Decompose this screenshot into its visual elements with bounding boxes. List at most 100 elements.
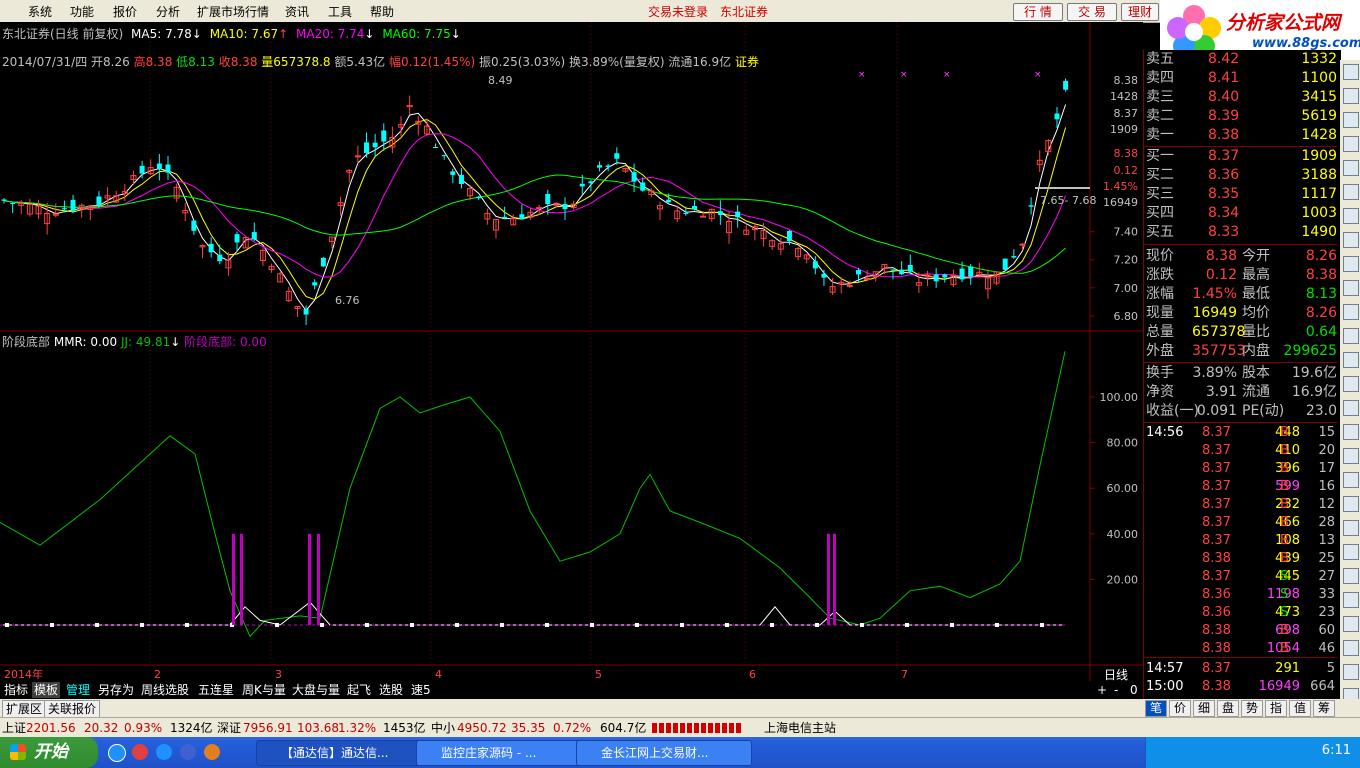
finance-button[interactable]: 理财 xyxy=(1121,3,1159,21)
tick-row[interactable]: 8.37 410 B 20 xyxy=(1144,442,1337,460)
template-tab[interactable]: 速5 xyxy=(409,682,433,698)
toolbar-icon[interactable] xyxy=(1343,520,1359,536)
ext-tab[interactable]: 关联报价 xyxy=(44,700,101,718)
quote-button[interactable]: 行 情 xyxy=(1013,3,1063,21)
template-tab[interactable]: 周K与量 xyxy=(240,682,288,698)
toolbar-icon[interactable] xyxy=(1343,136,1359,152)
tick-row[interactable]: 15:00 8.38 16949 664 xyxy=(1144,678,1337,696)
detail-tab[interactable]: 值 xyxy=(1289,700,1311,717)
tick-row[interactable]: 8.37 599 B 16 xyxy=(1144,478,1337,496)
menu-tools[interactable]: 工具 xyxy=(328,3,352,20)
template-tab[interactable]: 五连星 xyxy=(196,682,236,698)
toolbar-icon[interactable] xyxy=(1343,208,1359,224)
order-row[interactable]: 卖五 8.42 1332 xyxy=(1144,50,1337,69)
order-label: 卖二 xyxy=(1146,108,1174,124)
toolbar-icon[interactable] xyxy=(1343,400,1359,416)
zoom-control[interactable]: 0 xyxy=(1128,682,1140,698)
toolbar-icon[interactable] xyxy=(1343,448,1359,464)
detail-tab[interactable]: 指 xyxy=(1265,700,1287,717)
toolbar-icon[interactable] xyxy=(1343,376,1359,392)
tick-row[interactable]: 14:57 8.37 291 5 xyxy=(1144,660,1337,678)
tick-row[interactable]: 8.37 108 B 13 xyxy=(1144,532,1337,550)
baseline-dot xyxy=(680,623,684,627)
trade-button[interactable]: 交 易 xyxy=(1067,3,1117,21)
toolbar-icon[interactable] xyxy=(1343,304,1359,320)
menu-system[interactable]: 系统 xyxy=(28,3,52,20)
task-tongdaxin[interactable]: 【通达信】通达信... xyxy=(256,740,432,766)
toolbar-icon[interactable] xyxy=(1343,112,1359,128)
chart-area[interactable]: 7.40 7.20 7.00 6.80 8.38 1428 8.37 1909 8.38 0.12… xyxy=(0,22,1143,681)
media-quicklaunch-icon[interactable] xyxy=(180,744,196,760)
template-tab[interactable]: 指标 xyxy=(2,682,30,698)
toolbar-icon[interactable] xyxy=(1343,232,1359,248)
server-name[interactable]: 上海电信主站 xyxy=(764,718,836,738)
template-tab[interactable]: 选股 xyxy=(377,682,405,698)
tick-row[interactable]: 8.38 698 B 60 xyxy=(1144,622,1337,640)
order-row[interactable]: 卖二 8.39 5619 xyxy=(1144,107,1337,126)
tick-row[interactable]: 8.38 439 B 25 xyxy=(1144,550,1337,568)
toolbar-icon[interactable] xyxy=(1343,256,1359,272)
tick-price: 8.37 xyxy=(1202,515,1231,530)
template-tab[interactable]: 大盘与量 xyxy=(290,682,342,698)
template-tab[interactable]: 周线选股 xyxy=(139,682,191,698)
toolbar-icon[interactable] xyxy=(1343,64,1359,80)
template-tab[interactable]: 起飞 xyxy=(345,682,373,698)
ext-tab[interactable]: 扩展区 xyxy=(2,700,47,718)
toolbar-icon[interactable] xyxy=(1343,496,1359,512)
order-row[interactable]: 卖四 8.41 1100 xyxy=(1144,69,1337,88)
order-row[interactable]: 买一 8.37 1909 xyxy=(1144,147,1337,166)
detail-tab[interactable]: 筹 xyxy=(1313,700,1335,717)
template-tab[interactable]: 模板 xyxy=(32,682,61,698)
order-row[interactable]: 买四 8.34 1003 xyxy=(1144,204,1337,223)
tick-row[interactable]: 8.38 1054 B 46 xyxy=(1144,640,1337,658)
tick-row[interactable]: 8.37 466 B 28 xyxy=(1144,514,1337,532)
toolbar-icon[interactable] xyxy=(1343,568,1359,584)
detail-tab[interactable]: 势 xyxy=(1241,700,1263,717)
toolbar-icon[interactable] xyxy=(1343,88,1359,104)
template-tab[interactable]: 管理 xyxy=(64,682,92,698)
toolbar-icon[interactable] xyxy=(1343,472,1359,488)
toolbar-icon[interactable] xyxy=(1343,616,1359,632)
order-row[interactable]: 卖一 8.38 1428 xyxy=(1144,126,1337,145)
tick-row[interactable]: 8.37 445 S 27 xyxy=(1144,568,1337,586)
tick-row[interactable]: 8.37 396 B 17 xyxy=(1144,460,1337,478)
detail-tab[interactable]: 细 xyxy=(1193,700,1215,717)
order-row[interactable]: 买二 8.36 3188 xyxy=(1144,166,1337,185)
tick-row[interactable]: 8.36 473 S 23 xyxy=(1144,604,1337,622)
folder-quicklaunch-icon[interactable] xyxy=(204,744,220,760)
detail-tab[interactable]: 盘 xyxy=(1217,700,1239,717)
menu-help[interactable]: 帮助 xyxy=(370,3,394,20)
order-row[interactable]: 卖三 8.40 3415 xyxy=(1144,88,1337,107)
menu-function[interactable]: 功能 xyxy=(70,3,94,20)
start-button[interactable]: 开始 xyxy=(0,737,98,768)
detail-tab[interactable]: 笔 xyxy=(1145,700,1167,717)
menu-extended-market[interactable]: 扩展市场行情 xyxy=(197,3,269,20)
menu-news[interactable]: 资讯 xyxy=(285,3,309,20)
toolbar-icon[interactable] xyxy=(1343,184,1359,200)
task-trading[interactable]: 金长江网上交易财... xyxy=(576,740,752,766)
task-monitor-source[interactable]: 监控庄家源码 - ... xyxy=(416,740,592,766)
toolbar-icon[interactable] xyxy=(1343,352,1359,368)
toolbar-icon[interactable] xyxy=(1343,424,1359,440)
toolbar-icon[interactable] xyxy=(1343,592,1359,608)
order-row[interactable]: 买三 8.35 1117 xyxy=(1144,185,1337,204)
template-tab[interactable]: 另存为 xyxy=(96,682,136,698)
app-quicklaunch-icon[interactable] xyxy=(132,744,148,760)
zoom-control[interactable]: - xyxy=(1112,682,1120,698)
toolbar-icon[interactable] xyxy=(1343,664,1359,680)
order-row[interactable]: 买五 8.33 1490 xyxy=(1144,223,1337,242)
toolbar-icon[interactable] xyxy=(1343,160,1359,176)
toolbar-icon[interactable] xyxy=(1343,328,1359,344)
ie-icon[interactable] xyxy=(108,744,126,762)
toolbar-icon[interactable] xyxy=(1343,640,1359,656)
menu-quote[interactable]: 报价 xyxy=(113,3,137,20)
tick-row[interactable]: 8.37 232 B 12 xyxy=(1144,496,1337,514)
tick-row[interactable]: 8.36 1198 S 33 xyxy=(1144,586,1337,604)
menu-analysis[interactable]: 分析 xyxy=(156,3,180,20)
detail-tab[interactable]: 价 xyxy=(1169,700,1191,717)
browser-quicklaunch-icon[interactable] xyxy=(156,744,172,760)
tick-row[interactable]: 14:56 8.37 448 B 15 xyxy=(1144,424,1337,442)
toolbar-icon[interactable] xyxy=(1343,280,1359,296)
zoom-control[interactable]: + xyxy=(1095,682,1109,698)
toolbar-icon[interactable] xyxy=(1343,544,1359,560)
